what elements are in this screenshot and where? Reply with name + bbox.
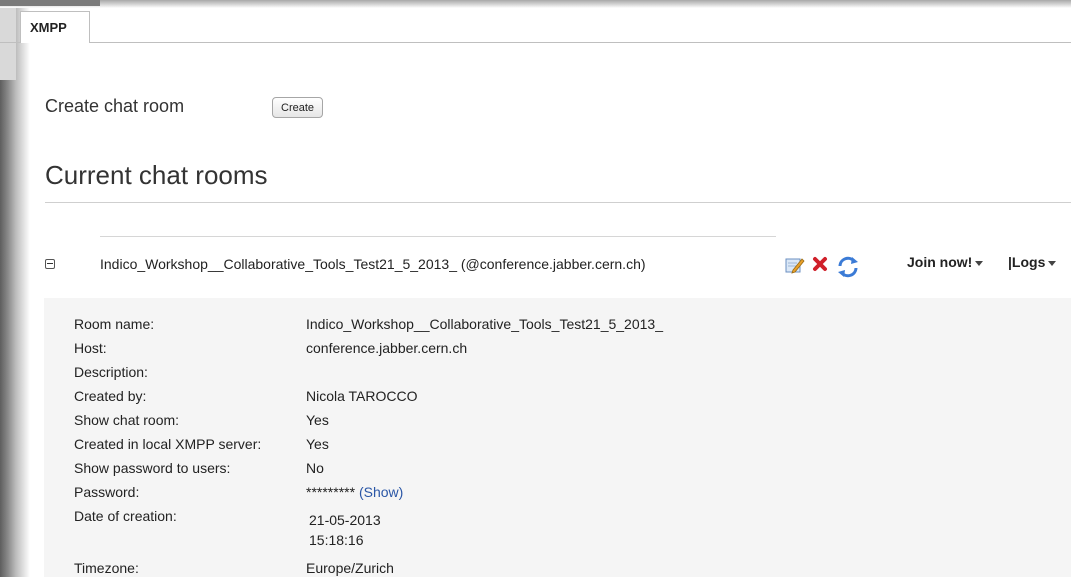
detail-value: conference.jabber.cern.ch (306, 340, 468, 356)
tab-baseline (90, 42, 1071, 43)
tab-xmpp[interactable]: XMPP (20, 11, 90, 43)
detail-value: Nicola TAROCCO (306, 388, 418, 404)
section-divider (45, 202, 1071, 203)
logs-label: Logs (1011, 254, 1046, 270)
password-mask: ********* (306, 484, 356, 500)
detail-value: Yes (306, 436, 329, 452)
chevron-down-icon (975, 260, 984, 266)
join-now-dropdown[interactable]: Join now! (907, 254, 984, 270)
detail-label: Created by: (74, 388, 147, 404)
detail-label: Date of creation: (74, 508, 177, 524)
detail-value: Yes (306, 412, 329, 428)
create-chat-room-label: Create chat room (45, 96, 185, 116)
detail-value: No (306, 460, 324, 476)
detail-label: Host: (74, 340, 107, 356)
detail-label: Show chat room: (74, 412, 180, 428)
delete-icon[interactable] (812, 256, 828, 277)
detail-value: 21-05-2013 (309, 512, 381, 528)
room-details-panel: Room name: Indico_Workshop__Collaborativ… (44, 298, 1071, 577)
detail-label: Room name: (74, 316, 155, 332)
collapse-icon[interactable] (45, 259, 55, 269)
detail-label: Show password to users: (74, 460, 231, 476)
join-now-label: Join now! (907, 254, 973, 270)
chevron-down-icon (1048, 260, 1057, 266)
tab-bar: XMPP (0, 0, 1071, 43)
detail-value: ********* (Show) (306, 484, 403, 500)
room-divider (100, 236, 776, 237)
create-button[interactable]: Create (272, 97, 324, 118)
show-password-link[interactable]: (Show) (359, 484, 403, 500)
tab-baseline-left (0, 42, 20, 43)
detail-label: Timezone: (74, 560, 139, 576)
refresh-icon[interactable] (836, 256, 860, 283)
detail-value-time: 15:18:16 (309, 532, 364, 548)
detail-label: Created in local XMPP server: (74, 436, 262, 452)
detail-label: Description: (74, 364, 148, 380)
room-title: Indico_Workshop__Collaborative_Tools_Tes… (100, 256, 646, 272)
detail-value: Indico_Workshop__Collaborative_Tools_Tes… (306, 316, 663, 332)
detail-value: Europe/Zurich (306, 560, 394, 576)
detail-label: Password: (74, 484, 140, 500)
window-left-edge (0, 0, 30, 577)
edit-icon[interactable] (785, 256, 805, 279)
logs-dropdown[interactable]: |Logs (1008, 254, 1057, 270)
section-title: Current chat rooms (45, 160, 268, 190)
